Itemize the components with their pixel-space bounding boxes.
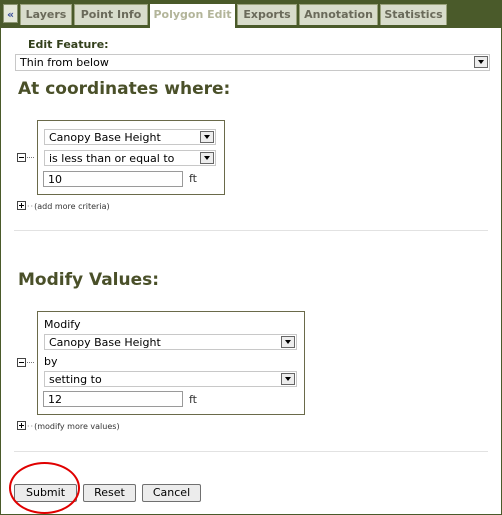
criteria-value-input[interactable]: 10: [43, 171, 183, 187]
add-criteria-icon[interactable]: [17, 201, 26, 210]
criteria-heading: At coordinates where:: [18, 79, 231, 99]
modify-more-values-link[interactable]: ··(modify more values): [27, 422, 120, 431]
chevron-down-icon[interactable]: [281, 336, 295, 348]
cancel-button[interactable]: Cancel: [142, 484, 201, 502]
section-divider: [14, 451, 488, 452]
tab-bar: « Layers Point Info Polygon Edit Exports…: [0, 0, 502, 28]
tab-annotation[interactable]: Annotation: [299, 4, 378, 25]
criteria-operator-value: is less than or equal to: [49, 152, 175, 165]
modify-method-value: setting to: [49, 373, 102, 386]
add-modify-icon[interactable]: [17, 421, 26, 430]
collapse-panel-button[interactable]: «: [3, 4, 18, 23]
tab-polygon-edit[interactable]: Polygon Edit: [150, 4, 235, 28]
section-divider: [14, 230, 488, 231]
modify-label: Modify: [44, 318, 81, 331]
chevron-down-icon[interactable]: [281, 373, 295, 385]
modify-method-select[interactable]: setting to: [44, 371, 297, 387]
edit-feature-value: Thin from below: [20, 56, 109, 69]
criteria-field-select[interactable]: Canopy Base Height: [44, 129, 216, 145]
tab-layers[interactable]: Layers: [20, 4, 72, 25]
criteria-operator-select[interactable]: is less than or equal to: [44, 150, 216, 166]
collapse-modify-icon[interactable]: [17, 358, 26, 367]
tab-statistics[interactable]: Statistics: [380, 4, 447, 25]
chevron-down-icon[interactable]: [200, 131, 214, 143]
criteria-field-value: Canopy Base Height: [49, 131, 161, 144]
reset-button[interactable]: Reset: [83, 484, 136, 502]
highlight-circle: [9, 462, 80, 514]
modify-field-select[interactable]: Canopy Base Height: [44, 334, 297, 350]
chevron-down-icon[interactable]: [200, 152, 214, 164]
modify-by-label: by: [44, 355, 58, 368]
tree-connector: [27, 157, 34, 159]
tab-point-info[interactable]: Point Info: [74, 4, 148, 25]
modify-heading: Modify Values:: [18, 270, 160, 290]
edit-feature-select[interactable]: Thin from below: [15, 54, 490, 71]
add-more-criteria-link[interactable]: ··(add more criteria): [27, 202, 110, 211]
tab-exports[interactable]: Exports: [237, 4, 297, 25]
modify-value-input[interactable]: 12: [43, 391, 183, 407]
tree-connector: [27, 362, 34, 364]
edit-feature-label: Edit Feature:: [28, 38, 109, 51]
modify-field-value: Canopy Base Height: [49, 336, 161, 349]
collapse-criteria-icon[interactable]: [17, 153, 26, 162]
criteria-unit-label: ft: [189, 172, 197, 185]
chevron-down-icon[interactable]: [474, 56, 488, 68]
modify-unit-label: ft: [189, 393, 197, 406]
